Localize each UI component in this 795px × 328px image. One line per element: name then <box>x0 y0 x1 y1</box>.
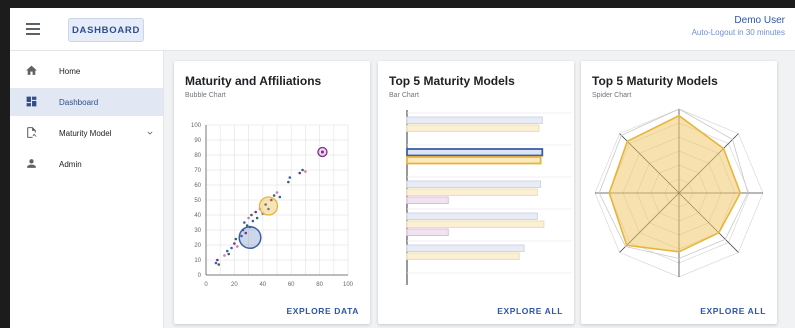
scatter-point <box>233 242 236 245</box>
sidebar-item-label: Maturity Model <box>59 128 112 138</box>
y-tick-label: 70 <box>194 168 201 174</box>
scatter-point <box>254 210 257 214</box>
x-tick-label: 100 <box>343 282 354 288</box>
y-tick-label: 90 <box>194 138 201 144</box>
sidebar-item-label: Dashboard <box>59 97 99 107</box>
bar <box>406 212 538 220</box>
sidebar-item-dashboard[interactable]: Dashboard <box>10 88 163 116</box>
card-top5-bar: Top 5 Maturity Models Bar Chart EXPLORE … <box>378 61 574 324</box>
card-subtitle: Bar Chart <box>389 92 419 99</box>
explore-all-button[interactable]: EXPLORE ALL <box>497 306 563 316</box>
explore-all-button[interactable]: EXPLORE ALL <box>700 306 766 316</box>
scatter-point <box>214 261 218 265</box>
bar <box>406 156 542 165</box>
card-top5-spider: Top 5 Maturity Models Spider Chart EXPLO… <box>581 61 777 324</box>
dashboard-icon <box>26 96 37 107</box>
y-tick-label: 60 <box>194 183 201 189</box>
scatter-point <box>304 170 307 173</box>
card-title: Maturity and Affiliations <box>185 74 322 88</box>
bar <box>406 148 544 157</box>
bubble-point <box>238 225 262 250</box>
y-tick-label: 40 <box>194 213 201 219</box>
bar <box>406 116 543 124</box>
radar-series-area <box>608 114 742 253</box>
card-maturity-affiliations: Maturity and Affiliations Bubble Chart 0… <box>174 61 370 324</box>
bar <box>406 220 545 228</box>
scatter-point <box>298 171 302 175</box>
app-window: DASHBOARD Demo User Auto-Logout in 30 mi… <box>10 8 795 328</box>
card-subtitle: Bubble Chart <box>185 92 226 99</box>
scatter-point <box>287 180 290 184</box>
x-tick-label: 40 <box>259 282 266 288</box>
chevron-down-icon[interactable] <box>145 128 155 138</box>
y-tick-label: 100 <box>191 123 202 129</box>
bar <box>406 188 538 196</box>
card-subtitle: Spider Chart <box>592 92 632 99</box>
scatter-point <box>226 249 229 253</box>
bar <box>406 124 540 132</box>
scatter-point <box>251 219 255 223</box>
scatter-point <box>275 191 279 194</box>
scatter-point <box>243 221 246 224</box>
sidebar-nav: Home Dashboard Maturity Model Admin <box>10 51 164 328</box>
bubble-chart: 0 10 20 30 40 50 60 70 80 90 100 0 20 40 60 80 100 <box>191 123 354 288</box>
spider-chart <box>594 108 764 278</box>
scatter-point <box>230 246 233 250</box>
bar <box>406 244 525 252</box>
top-app-bar: DASHBOARD Demo User Auto-Logout in 30 mi… <box>10 8 795 51</box>
y-tick-label: 50 <box>194 198 201 204</box>
sidebar-item-admin[interactable]: Admin <box>10 150 163 178</box>
x-tick-label: 60 <box>288 282 295 288</box>
scatter-point <box>216 258 219 262</box>
auto-logout-notice: Auto-Logout in 30 minutes <box>691 28 785 37</box>
x-tick-label: 80 <box>316 282 323 288</box>
bubble-point-center <box>320 150 324 154</box>
scatter-point <box>223 254 226 257</box>
person-icon <box>27 159 36 168</box>
bar <box>406 228 449 236</box>
user-info[interactable]: Demo User Auto-Logout in 30 minutes <box>692 15 785 37</box>
scatter-point <box>288 176 292 179</box>
y-tick-label: 0 <box>198 273 202 279</box>
bar <box>406 180 542 188</box>
y-tick-label: 30 <box>194 228 201 234</box>
bar <box>406 196 449 204</box>
y-tick-label: 20 <box>194 243 201 249</box>
bubble-point <box>258 196 279 216</box>
bar <box>406 252 520 260</box>
scatter-point <box>255 216 259 220</box>
scatter-point <box>272 194 276 197</box>
x-tick-label: 0 <box>204 282 208 288</box>
scatter-point <box>235 245 239 248</box>
bar-chart <box>406 110 572 285</box>
scatter-point <box>301 168 304 172</box>
scatter-point <box>227 252 231 256</box>
scatter-point <box>250 213 253 217</box>
y-tick-label: 80 <box>194 153 201 159</box>
y-tick-label: 10 <box>194 258 201 264</box>
scatter-point <box>278 195 282 199</box>
scatter-point <box>217 263 221 266</box>
hamburger-menu-icon[interactable] <box>26 21 40 37</box>
user-name[interactable]: Demo User <box>692 15 785 26</box>
sidebar-item-maturity-model[interactable]: Maturity Model <box>10 119 163 147</box>
x-tick-label: 20 <box>231 282 238 288</box>
home-icon <box>26 65 37 75</box>
explore-data-button[interactable]: EXPLORE DATA <box>286 306 359 316</box>
sidebar-item-label: Home <box>59 66 81 76</box>
scatter-point <box>247 216 250 220</box>
dashboard-button[interactable]: DASHBOARD <box>68 18 144 42</box>
scatter-point <box>234 237 238 241</box>
card-title: Top 5 Maturity Models <box>389 74 515 88</box>
assessment-icon <box>27 127 37 138</box>
sidebar-item-label: Admin <box>59 159 82 169</box>
sidebar-item-home[interactable]: Home <box>10 57 163 85</box>
card-title: Top 5 Maturity Models <box>592 74 718 88</box>
